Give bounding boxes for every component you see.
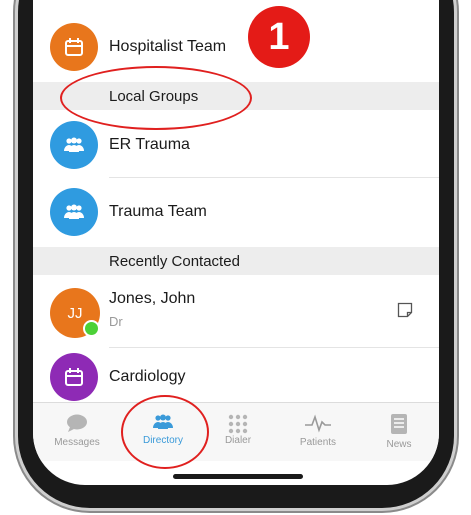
- pulse-icon: [305, 414, 331, 433]
- group-icon: [50, 121, 98, 169]
- list-item-cardiology[interactable]: Cardiology: [33, 344, 439, 410]
- highlight-ring-directory-tab: [121, 395, 209, 469]
- list-item-label: Hospitalist Team: [109, 38, 227, 55]
- note-icon[interactable]: [397, 302, 413, 318]
- contact-name: Jones, John: [109, 290, 196, 307]
- row-divider: [109, 177, 439, 178]
- group-icon: [50, 188, 98, 236]
- keypad-icon: [228, 414, 248, 434]
- section-title: Recently Contacted: [109, 252, 240, 270]
- step-number-badge: 1: [248, 6, 310, 68]
- highlight-ring-local-groups: [60, 66, 252, 130]
- tab-label: News: [386, 439, 412, 450]
- step-number: 1: [268, 15, 290, 58]
- calendar-icon: [50, 23, 98, 71]
- tab-news[interactable]: News: [360, 403, 438, 461]
- tab-label: Messages: [54, 437, 100, 448]
- news-icon: [391, 414, 407, 434]
- list-item-label: ER Trauma: [109, 136, 190, 153]
- section-header-recently-contacted: Recently Contacted: [33, 247, 439, 275]
- list-item-label: Cardiology: [109, 368, 186, 385]
- contact-title: Dr: [109, 314, 123, 329]
- tab-label: Dialer: [224, 435, 252, 446]
- tab-messages[interactable]: Messages: [38, 403, 116, 461]
- tab-bar: Messages Directory Dialer Patients News: [33, 402, 439, 461]
- tab-patients[interactable]: Patients: [279, 403, 357, 461]
- calendar-icon: [50, 353, 98, 401]
- chat-bubble-icon: [67, 414, 87, 432]
- list-item-label: Trauma Team: [109, 203, 207, 220]
- list-item-jones-john[interactable]: JJ Jones, John Dr: [33, 278, 439, 348]
- list-item-trauma-team[interactable]: Trauma Team: [33, 179, 439, 245]
- home-indicator: [173, 474, 303, 479]
- tab-label: Patients: [299, 437, 337, 448]
- avatar-initials: JJ: [67, 304, 83, 322]
- list-item-hospitalist-team[interactable]: Hospitalist Team: [33, 14, 439, 80]
- online-status-dot: [83, 320, 100, 337]
- tab-dialer[interactable]: Dialer: [199, 403, 277, 461]
